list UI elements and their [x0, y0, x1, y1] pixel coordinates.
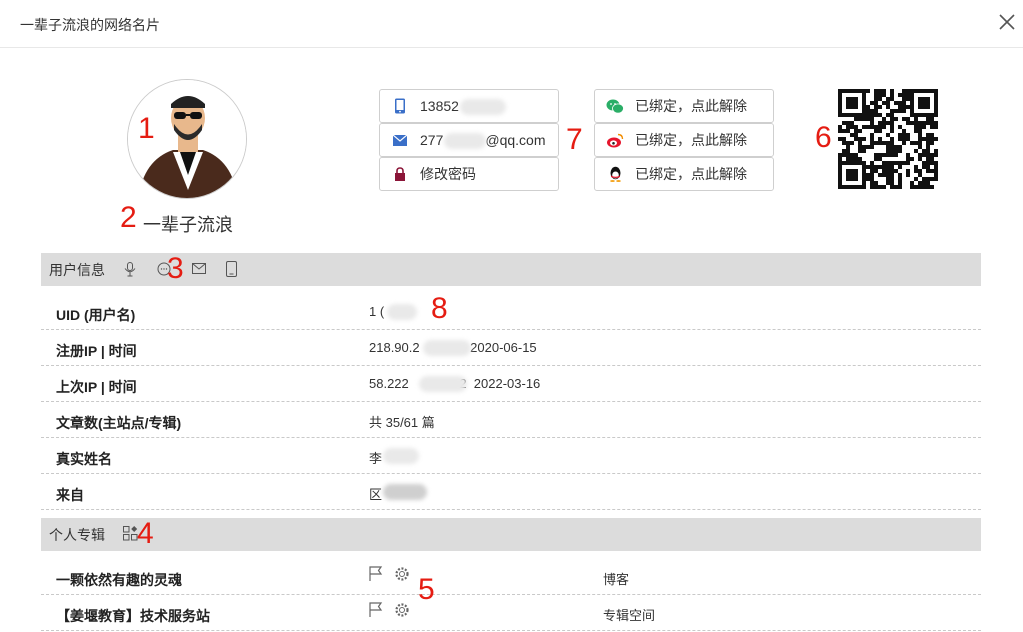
- album-row: 一颗依然有趣的灵魂 博客: [41, 559, 981, 595]
- info-label: 注册IP | 时间: [56, 343, 137, 359]
- gear-icon[interactable]: [394, 566, 410, 582]
- microphone-icon[interactable]: [124, 262, 136, 277]
- album-type: 专辑空间: [603, 608, 656, 623]
- annotation-8: 8: [431, 292, 448, 325]
- email-redaction-blur: [444, 133, 486, 149]
- info-value: 共 35/61 篇: [369, 415, 435, 430]
- qq-binding-button[interactable]: 已绑定，点此解除: [594, 157, 774, 191]
- info-row-location: 来自 区: [41, 474, 981, 510]
- email-suffix: @qq.com: [485, 132, 546, 148]
- info-value: 李: [369, 451, 383, 466]
- uid-redaction: [387, 304, 417, 320]
- mail-icon: [380, 134, 420, 146]
- info-label: UID (用户名): [56, 307, 136, 323]
- weibo-binding-label: 已绑定，点此解除: [635, 132, 747, 148]
- envelope-icon[interactable]: [192, 263, 206, 274]
- annotation-1: 1: [138, 112, 155, 145]
- nickname: 一辈子流浪: [143, 215, 233, 235]
- info-row-last-ip: 上次IP | 时间 58.222 2 2022-03-16: [41, 366, 981, 402]
- apps-grid-icon[interactable]: [123, 526, 138, 541]
- mobile-phone-icon: [380, 98, 420, 114]
- gear-icon[interactable]: [394, 602, 410, 618]
- wechat-binding-label: 已绑定，点此解除: [635, 98, 747, 114]
- phone-number: 13852: [420, 98, 459, 114]
- close-icon[interactable]: [997, 12, 1017, 32]
- qq-penguin-icon: [595, 166, 635, 182]
- album-row: 【姜堰教育】技术服务站 专辑空间: [41, 595, 981, 631]
- phone-redaction: [460, 99, 506, 115]
- qq-binding-label: 已绑定，点此解除: [635, 166, 747, 182]
- info-label: 文章数(主站点/专辑): [56, 415, 182, 431]
- annotation-2: 2: [120, 201, 137, 234]
- change-password-label: 修改密码: [420, 166, 476, 182]
- qr-code-icon: [838, 89, 938, 189]
- real-name-redaction: [383, 448, 419, 464]
- info-value: 1 (: [369, 304, 385, 319]
- wechat-binding-button[interactable]: 已绑定，点此解除: [594, 89, 774, 123]
- weibo-icon: [595, 133, 635, 148]
- info-row-register-ip: 注册IP | 时间 218.90.2 2020-06-15: [41, 330, 981, 366]
- location-redaction: [383, 484, 427, 500]
- change-password-button[interactable]: 修改密码: [379, 157, 559, 191]
- info-row-article-count: 文章数(主站点/专辑) 共 35/61 篇: [41, 402, 981, 438]
- email-prefix: 277: [420, 132, 444, 148]
- info-row-uid: UID (用户名) 1 (: [41, 294, 981, 330]
- phone-button[interactable]: 13852: [379, 89, 559, 123]
- last-ip-redaction: [419, 376, 467, 392]
- info-label: 真实姓名: [56, 451, 112, 467]
- album-name: 【姜堰教育】技术服务站: [56, 608, 210, 624]
- register-ip-redaction: [423, 340, 471, 356]
- albums-section-header: 个人专辑: [41, 518, 981, 551]
- flag-icon[interactable]: [369, 566, 383, 582]
- email-button[interactable]: 277 @qq.com: [379, 123, 559, 157]
- annotation-4: 4: [137, 517, 154, 550]
- albums-section-title: 个人专辑: [49, 526, 105, 543]
- dialog-title: 一辈子流浪的网络名片: [20, 17, 160, 33]
- info-label: 来自: [56, 487, 84, 503]
- info-row-real-name: 真实姓名 李: [41, 438, 981, 474]
- lock-icon: [380, 167, 420, 181]
- weibo-binding-button[interactable]: 已绑定，点此解除: [594, 123, 774, 157]
- flag-icon[interactable]: [369, 602, 383, 618]
- album-name: 一颗依然有趣的灵魂: [56, 572, 182, 588]
- annotation-3: 3: [167, 252, 184, 285]
- wechat-icon: [595, 99, 635, 114]
- mobile-device-icon[interactable]: [226, 261, 237, 277]
- info-label: 上次IP | 时间: [56, 379, 137, 395]
- annotation-7: 7: [566, 123, 583, 156]
- annotation-6: 6: [815, 121, 832, 154]
- info-value: 区: [369, 487, 383, 502]
- album-type: 博客: [603, 572, 630, 587]
- dialog-header: 一辈子流浪的网络名片: [0, 0, 1023, 48]
- user-info-section-title: 用户信息: [49, 261, 105, 278]
